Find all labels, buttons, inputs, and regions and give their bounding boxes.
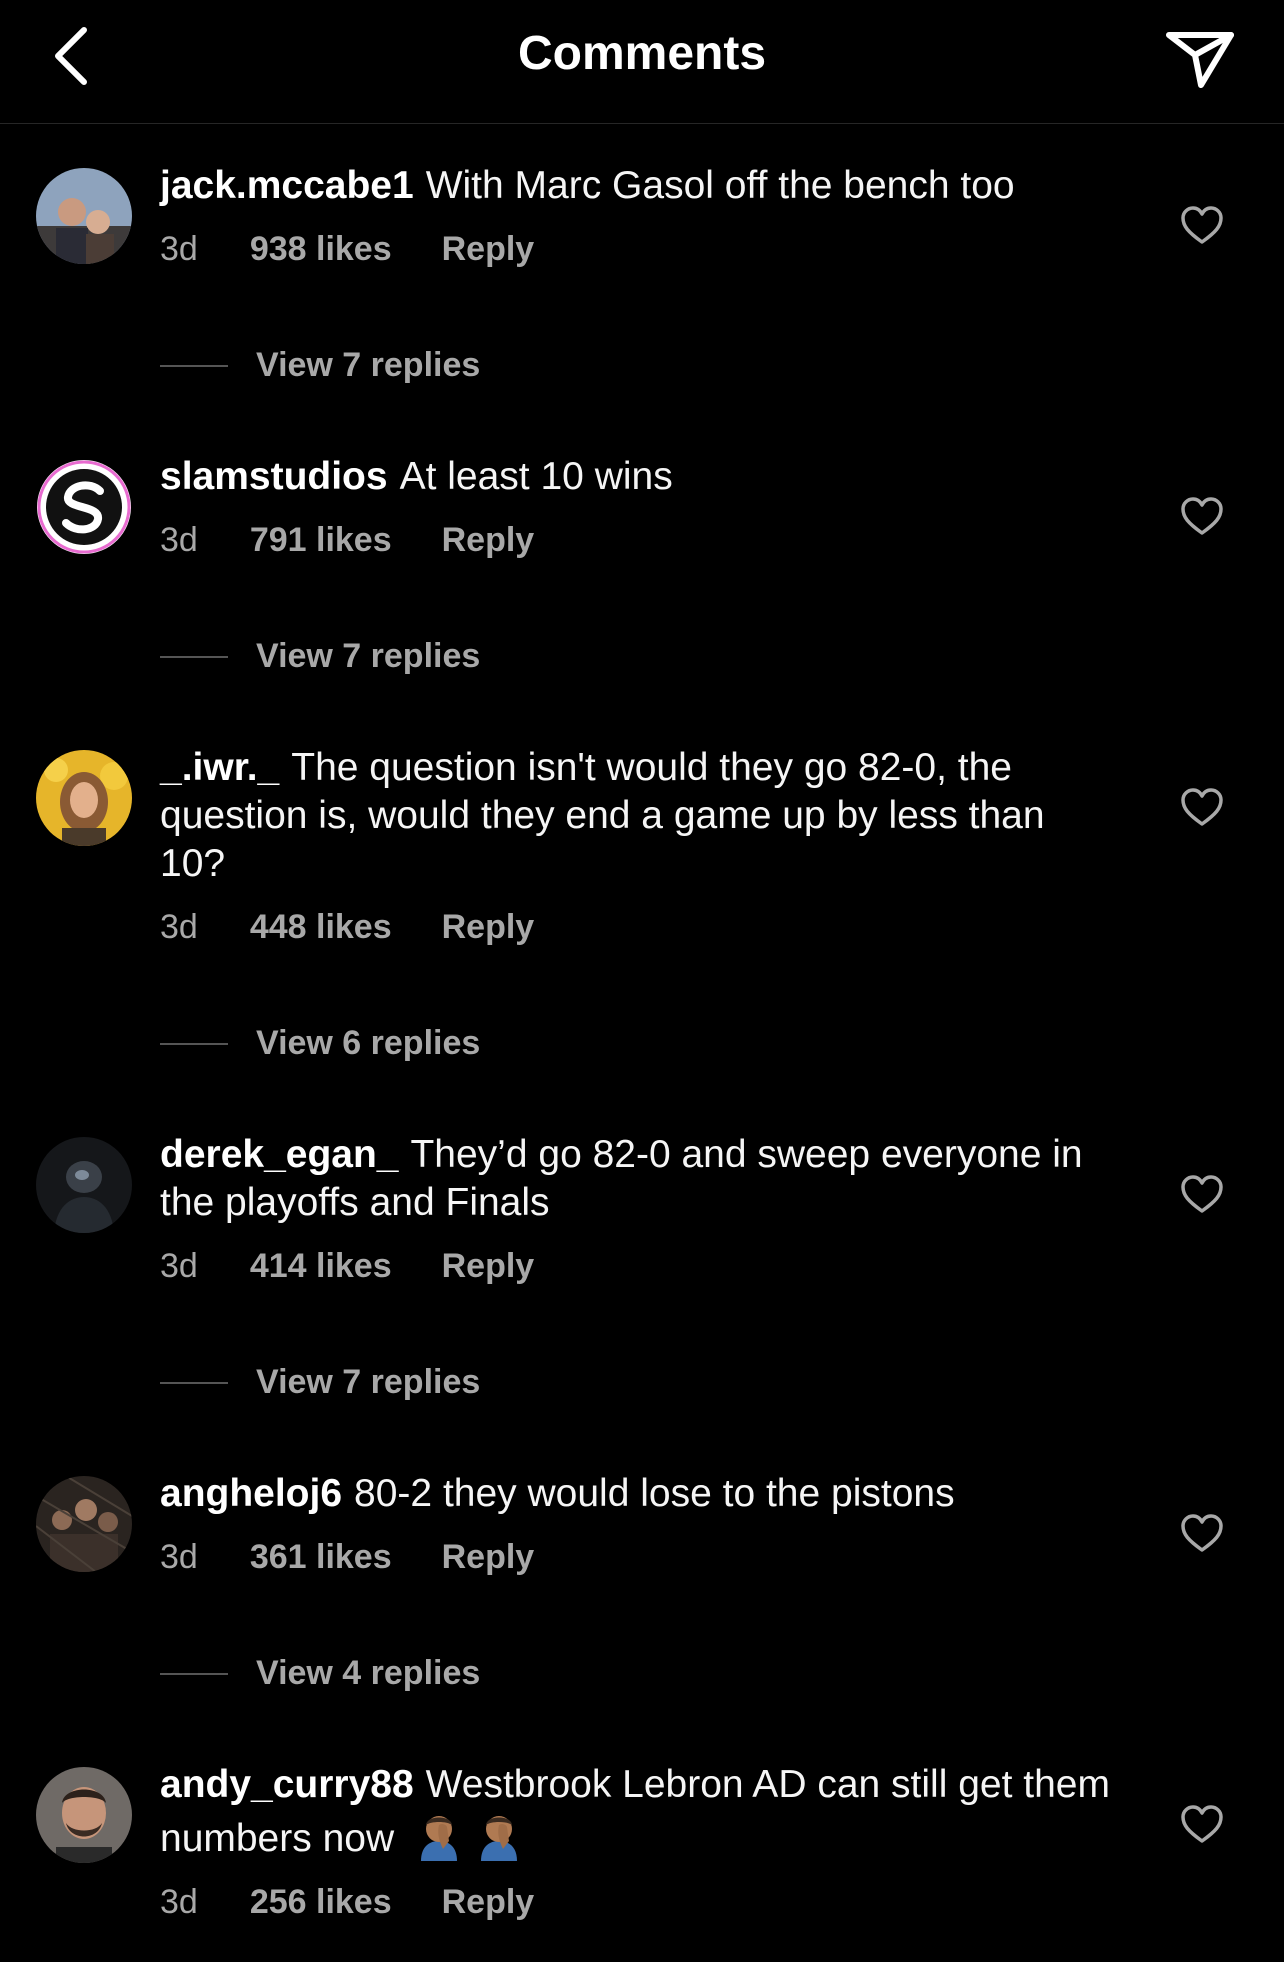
comment-text: angheloj6 80-2 they would lose to the pis… [160, 1470, 1120, 1518]
comment-likes[interactable]: 448 likes [250, 908, 392, 947]
comment-meta: 3d 448 likes Reply [160, 908, 1120, 947]
comment-likes[interactable]: 414 likes [250, 1247, 392, 1286]
comment-likes[interactable]: 256 likes [250, 1883, 392, 1922]
heart-icon[interactable] [1180, 1512, 1224, 1556]
avatar[interactable] [36, 1137, 132, 1233]
reply-button[interactable]: Reply [442, 230, 535, 269]
view-replies-button[interactable]: View 7 replies [160, 346, 480, 385]
heart-icon[interactable] [1180, 204, 1224, 248]
view-replies-button[interactable]: View 4 replies [160, 1654, 480, 1693]
comment-username[interactable]: _.iwr._ [160, 746, 279, 789]
view-replies-label: View 4 replies [256, 1654, 481, 1692]
divider-line [160, 1672, 228, 1675]
comment-timestamp: 3d [160, 1247, 198, 1285]
comment-text: andy_curry88 Westbrook Lebron AD can stil… [160, 1761, 1120, 1863]
heart-icon[interactable] [1180, 786, 1224, 830]
comment-timestamp: 3d [160, 908, 198, 946]
comment-message: The question isn't would they go 82-0, t… [160, 746, 1045, 885]
comment-likes[interactable]: 791 likes [250, 521, 392, 560]
view-replies-button[interactable]: View 7 replies [160, 637, 480, 676]
avatar[interactable] [36, 168, 132, 264]
comment-message: With Marc Gasol off the bench too [425, 164, 1015, 207]
comment-meta: 3d 361 likes Reply [160, 1538, 1120, 1577]
facepalm-emoji-icon [420, 1816, 457, 1861]
comment-text: jack.mccabe1 With Marc Gasol off the benc… [160, 162, 1120, 210]
view-replies-button[interactable]: View 7 replies [160, 1363, 480, 1402]
comment-text: derek_egan_ They’d go 82-0 and sweep ever… [160, 1131, 1120, 1227]
comment-username[interactable]: derek_egan_ [160, 1133, 398, 1176]
avatar[interactable] [36, 459, 132, 555]
comment-timestamp: 3d [160, 1538, 198, 1576]
back-button[interactable] [40, 18, 100, 94]
comment-meta: 3d 414 likes Reply [160, 1247, 1120, 1286]
comment-username[interactable]: angheloj6 [160, 1472, 342, 1515]
view-replies-label: View 7 replies [256, 1363, 481, 1401]
divider-line [160, 364, 228, 367]
chevron-left-icon [55, 27, 87, 85]
comment-text: slamstudios At least 10 wins [160, 453, 1120, 501]
view-replies-label: View 6 replies [256, 1024, 481, 1062]
header-bar: Comments [0, 0, 1284, 124]
reply-button[interactable]: Reply [442, 521, 535, 560]
comment-message: At least 10 wins [399, 455, 673, 498]
avatar[interactable] [36, 1767, 132, 1863]
heart-icon[interactable] [1180, 1803, 1224, 1847]
comment-timestamp: 3d [160, 230, 198, 268]
heart-icon[interactable] [1180, 1173, 1224, 1217]
comment-message: 80-2 they would lose to the pistons [354, 1472, 955, 1515]
comment-meta: 3d 256 likes Reply [160, 1883, 1120, 1922]
view-replies-label: View 7 replies [256, 346, 481, 384]
divider-line [160, 655, 228, 658]
heart-icon[interactable] [1180, 495, 1224, 539]
reply-button[interactable]: Reply [442, 1883, 535, 1922]
comment-timestamp: 3d [160, 1883, 198, 1921]
comment-username[interactable]: slamstudios [160, 455, 388, 498]
reply-button[interactable]: Reply [442, 1247, 535, 1286]
page-title: Comments [517, 27, 767, 80]
divider-line [160, 1381, 228, 1384]
comment-meta: 3d 791 likes Reply [160, 521, 1120, 560]
comment-likes[interactable]: 938 likes [250, 230, 392, 269]
comment-username[interactable]: jack.mccabe1 [160, 164, 414, 207]
facepalm-emoji-icon [480, 1816, 517, 1861]
comment-text: _.iwr._ The question isn't would they go … [160, 744, 1120, 888]
avatar[interactable] [36, 750, 132, 846]
view-replies-label: View 7 replies [256, 637, 481, 675]
reply-button[interactable]: Reply [442, 908, 535, 947]
comment-meta: 3d 938 likes Reply [160, 230, 1120, 269]
comment-username[interactable]: andy_curry88 [160, 1763, 414, 1806]
view-replies-button[interactable]: View 6 replies [160, 1024, 480, 1063]
avatar[interactable] [36, 1476, 132, 1572]
share-button[interactable] [1160, 24, 1240, 94]
comment-timestamp: 3d [160, 521, 198, 559]
reply-button[interactable]: Reply [442, 1538, 535, 1577]
comment-likes[interactable]: 361 likes [250, 1538, 392, 1577]
divider-line [160, 1042, 228, 1045]
paper-plane-icon [1166, 32, 1234, 88]
